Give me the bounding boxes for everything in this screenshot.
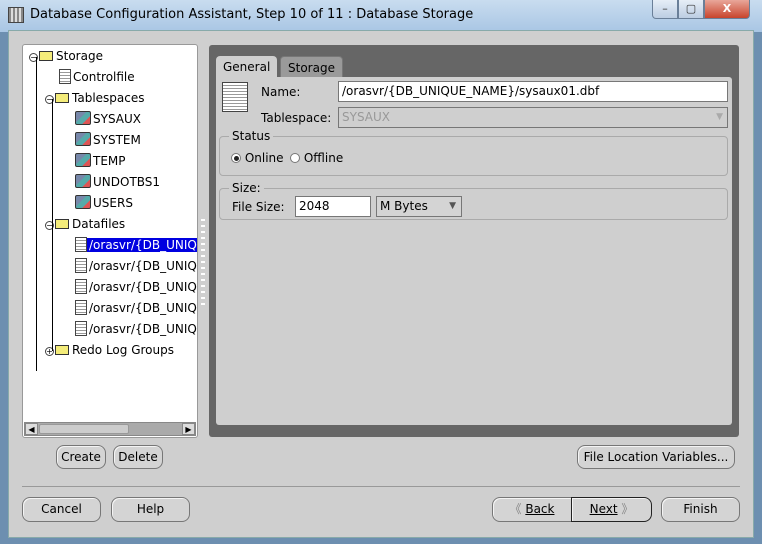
folder-icon [55, 345, 69, 355]
next-label: Next [589, 502, 618, 516]
tree-item[interactable]: − Tablespaces [45, 89, 147, 107]
tree-item-label: UNDOTBS1 [93, 175, 161, 189]
maximize-button[interactable]: ▢ [678, 0, 704, 19]
file-location-variables-button[interactable]: File Location Variables... [577, 445, 735, 469]
unit-value: M Bytes [380, 199, 428, 213]
chevron-left-icon: 《 [509, 502, 522, 516]
back-button[interactable]: 《 Back [492, 497, 572, 522]
tree-item-label: USERS [93, 196, 133, 210]
tree-item-label: SYSTEM [93, 133, 141, 147]
create-button[interactable]: Create [56, 445, 106, 469]
tablespace-icon [75, 111, 91, 125]
tablespace-icon [75, 195, 91, 209]
help-button[interactable]: Help [111, 497, 190, 522]
offline-radio[interactable]: Offline [290, 151, 343, 165]
folder-icon [55, 219, 69, 229]
tablespace-icon [75, 174, 91, 188]
tree-item-label: Controlfile [73, 70, 135, 84]
tree-line [52, 99, 53, 225]
tree-item-label: /orasvr/{DB_UNIQ [89, 322, 197, 336]
size-title: Size: [229, 181, 264, 195]
cancel-button[interactable]: Cancel [22, 497, 101, 522]
tree-item[interactable]: USERS [75, 194, 135, 212]
scrollbar-thumb[interactable] [39, 424, 129, 434]
tree-item-label: TEMP [93, 154, 126, 168]
tree-item-label: /orasvr/{DB_UNIQ [89, 301, 197, 315]
online-radio[interactable]: Online [231, 151, 284, 165]
tablespace-value: SYSAUX [342, 110, 390, 124]
tree-item-label: Redo Log Groups [72, 343, 174, 357]
controlfile-icon [59, 69, 71, 84]
datafile-icon [222, 82, 248, 112]
chevron-down-icon: ▼ [449, 201, 456, 211]
scroll-right-icon[interactable]: ▶ [182, 423, 195, 435]
tree-item[interactable]: − Storage [29, 47, 105, 65]
tree-item[interactable]: − Datafiles [45, 215, 127, 233]
tree-item-label: Tablespaces [72, 91, 145, 105]
datafile-icon [75, 279, 87, 294]
radio-unselected-icon[interactable] [290, 153, 300, 163]
tree-item-label: /orasvr/{DB_UNIQ [89, 259, 197, 273]
app-icon [8, 7, 24, 23]
tree-item[interactable]: Controlfile [59, 68, 137, 86]
chevron-right-icon: 》 [621, 502, 634, 516]
datafile-icon [75, 258, 87, 273]
folder-icon [55, 93, 69, 103]
tree-item-label: /orasvr/{DB_UNIQ [87, 238, 197, 252]
finish-button[interactable]: Finish [661, 497, 740, 522]
tree-item[interactable]: SYSTEM [75, 131, 143, 149]
file-size-label: File Size: [232, 200, 285, 214]
offline-label: Offline [303, 151, 344, 165]
delete-button[interactable]: Delete [113, 445, 163, 469]
minimize-button[interactable]: – [652, 0, 678, 19]
tree-item-label: /orasvr/{DB_UNIQ [89, 280, 197, 294]
tree-item-label: Datafiles [72, 217, 126, 231]
tree-item[interactable]: + Redo Log Groups [45, 341, 176, 359]
next-button[interactable]: Next 》 [571, 497, 652, 522]
splitter-handle[interactable] [201, 215, 205, 305]
name-label: Name: [261, 85, 301, 99]
tablespace-select: SYSAUX ▼ [338, 107, 728, 128]
divider [22, 486, 740, 487]
datafile-icon [75, 321, 87, 336]
tab-storage[interactable]: Storage [280, 56, 343, 78]
tree-item[interactable]: /orasvr/{DB_UNIQ [75, 257, 197, 275]
tree-item[interactable]: UNDOTBS1 [75, 173, 162, 191]
general-tab-panel: Name: /orasvr/{DB_UNIQUE_NAME}/sysaux01.… [216, 77, 732, 425]
online-label: Online [244, 151, 284, 165]
tree-item[interactable]: /orasvr/{DB_UNIQ [75, 236, 197, 254]
tree-item[interactable]: SYSAUX [75, 110, 143, 128]
scroll-left-icon[interactable]: ◀ [25, 423, 38, 435]
tablespace-icon [75, 153, 91, 167]
folder-icon [39, 51, 53, 61]
window-title: Database Configuration Assistant, Step 1… [30, 7, 474, 22]
horizontal-scrollbar[interactable]: ◀ ▶ [24, 422, 196, 436]
name-input[interactable]: /orasvr/{DB_UNIQUE_NAME}/sysaux01.dbf [338, 81, 728, 102]
datafile-icon [75, 300, 87, 315]
tab-general[interactable]: General [216, 56, 278, 78]
tree-item[interactable]: /orasvr/{DB_UNIQ [75, 278, 197, 296]
status-title: Status [229, 129, 274, 143]
tree-item[interactable]: /orasvr/{DB_UNIQ [75, 320, 197, 338]
tree-item[interactable]: /orasvr/{DB_UNIQ [75, 299, 197, 317]
storage-tree[interactable]: − Storage Controlfile − Tablespaces SYSAUX SYS… [22, 44, 198, 438]
tree-line [52, 225, 53, 351]
title-bar: Database Configuration Assistant, Step 1… [0, 0, 762, 32]
file-size-input[interactable]: 2048 [295, 196, 371, 217]
close-button[interactable]: X [704, 0, 750, 19]
tree-line [36, 57, 37, 371]
datafile-icon [75, 237, 87, 252]
tree-item[interactable]: TEMP [75, 152, 128, 170]
back-label: Back [525, 502, 555, 516]
tree-item-label: SYSAUX [93, 112, 141, 126]
tablespace-label: Tablespace: [261, 111, 332, 125]
chevron-down-icon: ▼ [716, 112, 723, 122]
radio-selected-icon[interactable] [231, 153, 241, 163]
tablespace-icon [75, 132, 91, 146]
unit-select[interactable]: M Bytes ▼ [376, 196, 462, 217]
tree-item-label: Storage [56, 49, 103, 63]
